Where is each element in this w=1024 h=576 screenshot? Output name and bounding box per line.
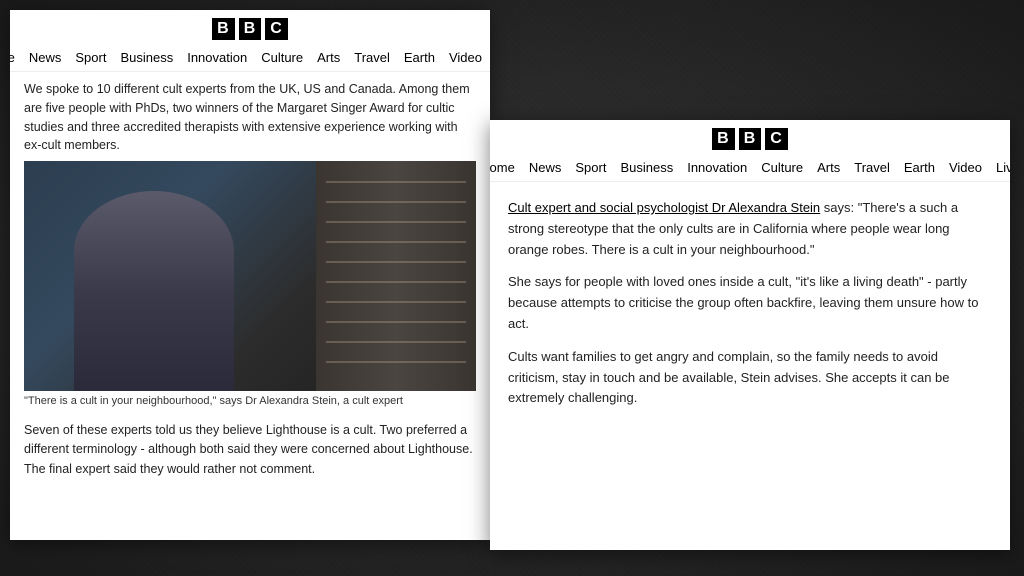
bookshelf-decoration [316, 161, 476, 391]
nav-culture-right[interactable]: Culture [761, 160, 803, 175]
bottom-paragraph: Seven of these experts told us they beli… [10, 413, 490, 487]
intro-paragraph: We spoke to 10 different cult experts fr… [10, 72, 490, 161]
dr-stein-link[interactable]: Cult expert and social psychologist Dr A… [508, 200, 820, 215]
nav-innovation-right[interactable]: Innovation [687, 160, 747, 175]
right-paragraph-2: She says for people with loved ones insi… [508, 272, 992, 334]
bbc-logo-left: B B C [10, 10, 490, 46]
nav-sport-right[interactable]: Sport [575, 160, 606, 175]
nav-innovation-left[interactable]: Innovation [187, 50, 247, 65]
nav-earth-right[interactable]: Earth [904, 160, 935, 175]
nav-business-left[interactable]: Business [120, 50, 173, 65]
nav-culture-left[interactable]: Culture [261, 50, 303, 65]
article-card-left: B B C Home News Sport Business Innovatio… [10, 10, 490, 540]
article-image [24, 161, 476, 391]
bbc-letter-b2: B [239, 18, 262, 40]
bbc-right-c: C [765, 128, 788, 150]
right-paragraph-1: Cult expert and social psychologist Dr A… [508, 198, 992, 260]
nav-home-right[interactable]: Home [490, 160, 515, 175]
bbc-right-b1: B [712, 128, 735, 150]
nav-arts-left[interactable]: Arts [317, 50, 340, 65]
right-paragraph-3: Cults want families to get angry and com… [508, 347, 992, 409]
nav-travel-right[interactable]: Travel [854, 160, 890, 175]
nav-live-right[interactable]: Live [996, 160, 1010, 175]
nav-video-left[interactable]: Video [449, 50, 482, 65]
article-card-right: B B C Home News Sport Business Innovatio… [490, 120, 1010, 550]
bbc-right-b2: B [739, 128, 762, 150]
nav-news-left[interactable]: News [29, 50, 62, 65]
nav-arts-right[interactable]: Arts [817, 160, 840, 175]
bbc-letter-b1: B [212, 18, 235, 40]
bbc-letter-c: C [265, 18, 288, 40]
nav-news-right[interactable]: News [529, 160, 562, 175]
nav-travel-left[interactable]: Travel [354, 50, 390, 65]
nav-bar-right: Home News Sport Business Innovation Cult… [490, 156, 1010, 182]
bbc-logo-right: B B C [490, 120, 1010, 156]
article-body-right: Cult expert and social psychologist Dr A… [490, 188, 1010, 431]
nav-video-right[interactable]: Video [949, 160, 982, 175]
nav-sport-left[interactable]: Sport [75, 50, 106, 65]
nav-earth-left[interactable]: Earth [404, 50, 435, 65]
nav-business-right[interactable]: Business [620, 160, 673, 175]
nav-home-left[interactable]: Home [10, 50, 15, 65]
nav-bar-left: Home News Sport Business Innovation Cult… [10, 46, 490, 72]
image-caption: "There is a cult in your neighbourhood,"… [10, 391, 490, 413]
